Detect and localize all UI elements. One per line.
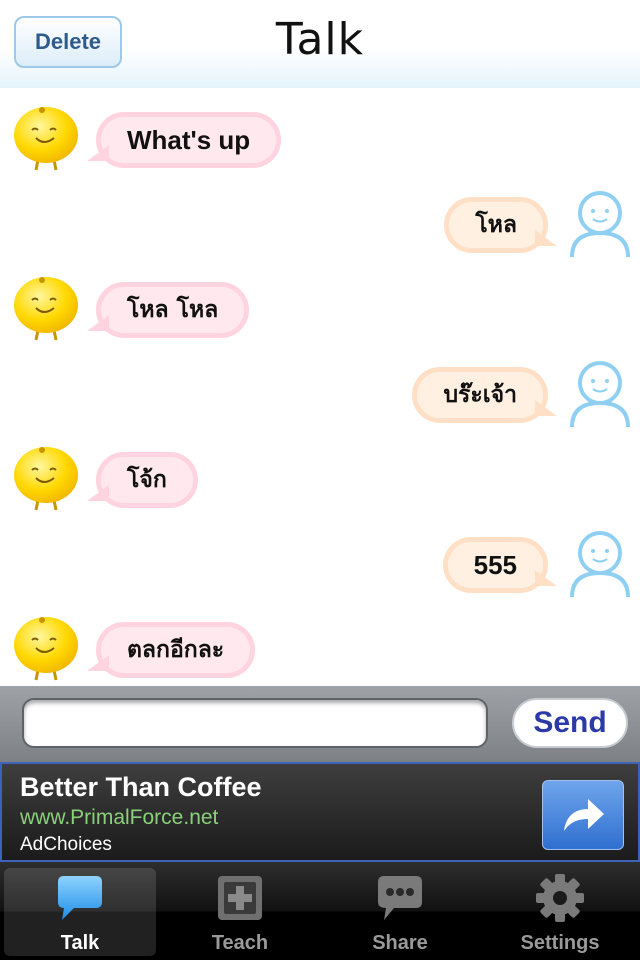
- tab-label: Teach: [211, 932, 269, 954]
- plus-box-icon: [218, 876, 262, 920]
- message-input[interactable]: [22, 698, 488, 748]
- bot-avatar-icon: [10, 102, 82, 174]
- page-title: Talk: [275, 14, 365, 65]
- tab-label: Settings: [520, 932, 600, 954]
- incoming-message-row: ตลกอีกละ: [0, 608, 640, 686]
- share-arrow-icon: [564, 799, 604, 831]
- ad-open-button[interactable]: [542, 780, 624, 850]
- speech-bubble-icon: [58, 876, 102, 920]
- bot-avatar-icon: [10, 442, 82, 514]
- bot-avatar-icon: [10, 272, 82, 344]
- tab-talk[interactable]: Talk: [4, 868, 156, 956]
- chat-list[interactable]: What's up โหลโหล โหลบร๊ะเจ้าโจ้ก 555 ตลกอีก…: [0, 88, 640, 686]
- tab-label: Share: [372, 932, 428, 954]
- ad-banner[interactable]: Better Than Coffee www.PrimalForce.net A…: [0, 762, 640, 862]
- tab-label: Talk: [60, 932, 100, 954]
- ellipsis-bubble-icon: [378, 876, 422, 920]
- user-avatar-icon: [564, 527, 636, 599]
- incoming-message-row: What's up: [0, 98, 640, 178]
- incoming-message-bubble: What's up: [96, 112, 282, 168]
- tab-settings[interactable]: Settings: [484, 868, 636, 956]
- ad-title[interactable]: Better Than Coffee: [20, 772, 262, 803]
- incoming-message-bubble: ตลกอีกละ: [96, 622, 256, 678]
- outgoing-message-row: โหล: [0, 183, 640, 263]
- user-avatar-icon: [564, 187, 636, 259]
- gear-icon: [536, 874, 584, 922]
- ad-url[interactable]: www.PrimalForce.net: [20, 806, 218, 830]
- outgoing-message-row: 555: [0, 523, 640, 603]
- bot-avatar-icon: [10, 612, 82, 684]
- outgoing-message-bubble: บร๊ะเจ้า: [412, 367, 548, 423]
- nav-header: Delete Talk: [0, 0, 640, 88]
- outgoing-message-row: บร๊ะเจ้า: [0, 353, 640, 433]
- tab-share[interactable]: Share: [324, 868, 476, 956]
- outgoing-message-bubble: 555: [442, 537, 548, 593]
- tab-bar: Talk Teach Share Settings: [0, 862, 640, 960]
- incoming-message-bubble: โจ้ก: [96, 452, 198, 508]
- send-button[interactable]: Send: [512, 698, 628, 748]
- composer-bar: Send: [0, 686, 640, 762]
- incoming-message-row: โหล โหล: [0, 268, 640, 348]
- tab-teach[interactable]: Teach: [164, 868, 316, 956]
- user-avatar-icon: [564, 357, 636, 429]
- incoming-message-row: โจ้ก: [0, 438, 640, 518]
- incoming-message-bubble: โหล โหล: [96, 282, 250, 338]
- outgoing-message-bubble: โหล: [444, 197, 548, 253]
- ad-choices-link[interactable]: AdChoices: [20, 834, 112, 856]
